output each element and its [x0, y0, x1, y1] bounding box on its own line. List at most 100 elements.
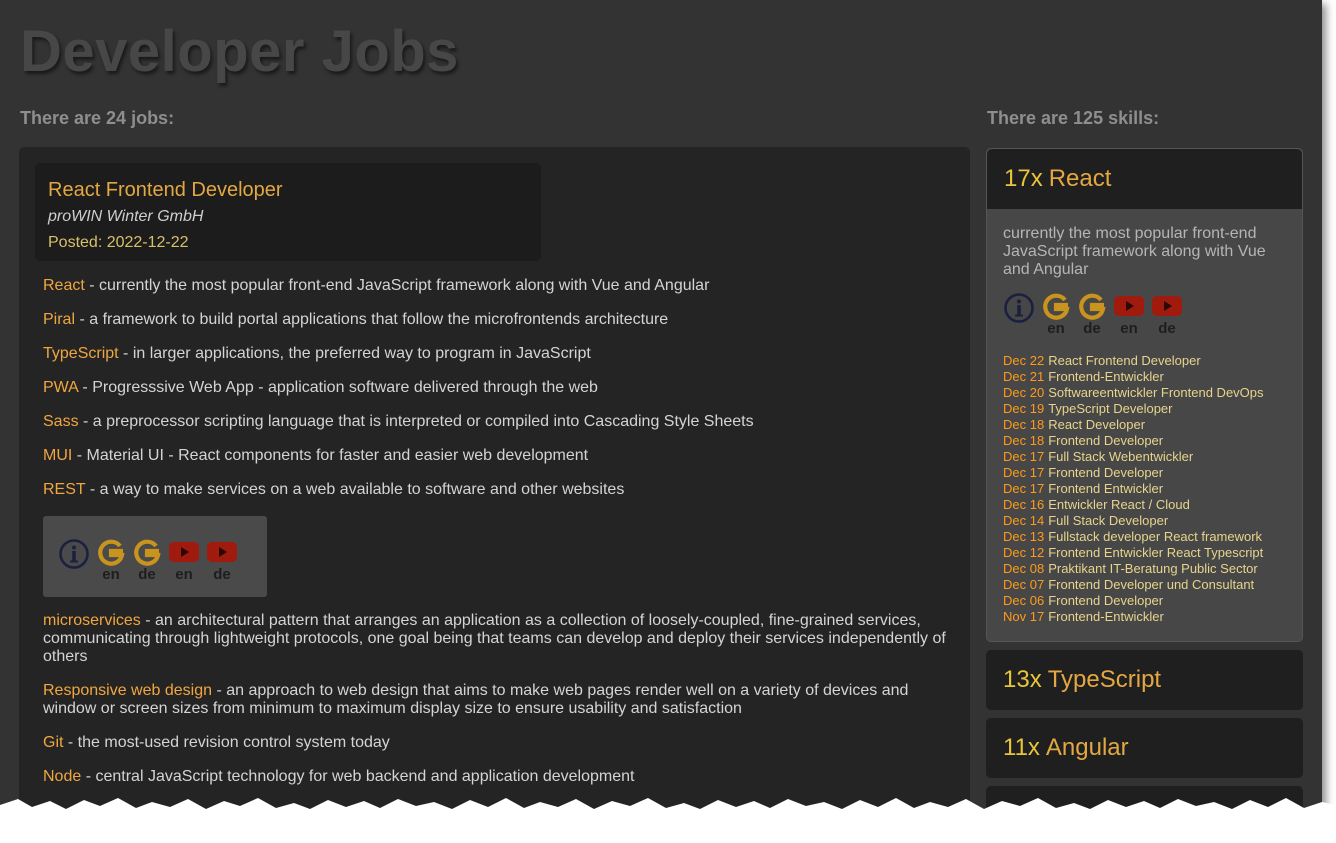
info-link[interactable] [1003, 292, 1035, 324]
skill-job-row[interactable]: Dec 18 Frontend Developer [1003, 433, 1264, 449]
job-link[interactable]: Entwickler React / Cloud [1048, 497, 1190, 512]
skill-job-row[interactable]: Nov 17 Frontend-Entwickler [1003, 609, 1264, 625]
skill-job-row[interactable]: Dec 17 Frontend Entwickler [1003, 481, 1264, 497]
job-skill-item: Sass - a preprocessor scripting language… [43, 413, 953, 431]
job-link[interactable]: Praktikant IT-Beratung Public Sector [1048, 561, 1258, 576]
info-link[interactable] [58, 538, 90, 570]
job-posted-date: Posted: 2022-12-22 [48, 234, 189, 251]
skill-card-typescript[interactable]: 13x TypeScript [986, 650, 1303, 710]
skill-link[interactable]: MUI [43, 447, 72, 464]
google-en-link[interactable]: en [1041, 292, 1071, 337]
skill-count: 13x [1003, 666, 1042, 693]
job-link[interactable]: Softwareentwickler Frontend DevOps [1048, 385, 1263, 400]
google-de-link[interactable]: de [1077, 292, 1107, 337]
skill-job-row[interactable]: Dec 20 Softwareentwickler Frontend DevOps [1003, 385, 1264, 401]
job-link[interactable]: React Developer [1048, 417, 1145, 432]
skill-job-row[interactable]: Dec 06 Frontend Developer [1003, 593, 1264, 609]
skill-description: - an architectural pattern that arranges… [43, 612, 946, 665]
job-skill-item: React - currently the most popular front… [43, 277, 953, 295]
job-link[interactable]: Frontend Developer [1048, 593, 1163, 608]
skill-link[interactable]: Node [43, 768, 81, 785]
page: Developer Jobs There are 24 jobs: There … [0, 0, 1322, 843]
skill-job-row[interactable]: Dec 07 Frontend Developer und Consultant [1003, 577, 1264, 593]
youtube-de-link[interactable]: de [1151, 292, 1183, 337]
lang-label: de [1158, 320, 1176, 337]
job-skill-item: Piral - a framework to build portal appl… [43, 311, 953, 329]
job-date: Dec 13 [1003, 529, 1045, 544]
skill-job-row[interactable]: Dec 14 Full Stack Developer [1003, 513, 1264, 529]
skill-card-angular[interactable]: 11x Angular [986, 718, 1303, 778]
skill-job-row[interactable]: Dec 16 Entwickler React / Cloud [1003, 497, 1264, 513]
job-date: Dec 12 [1003, 545, 1045, 560]
skill-link[interactable]: Git [43, 734, 63, 751]
reference-links-box: en de en de [43, 516, 267, 597]
skill-job-row[interactable]: Dec 19 TypeScript Developer [1003, 401, 1264, 417]
skill-link[interactable]: REST [43, 481, 85, 498]
job-skill-item: PWA - Progresssive Web App - application… [43, 379, 953, 397]
youtube-icon [169, 542, 199, 562]
google-de-link[interactable]: de [132, 538, 162, 583]
skill-job-row[interactable]: Dec 12 Frontend Entwickler React Typescri… [1003, 545, 1264, 561]
job-skill-item: REST - a way to make services on a web a… [43, 481, 953, 499]
lang-label: de [213, 566, 231, 583]
job-link[interactable]: Frontend Developer [1048, 433, 1163, 448]
lang-label: de [1083, 320, 1101, 337]
skill-link[interactable]: Responsive web design [43, 682, 212, 699]
job-link[interactable]: React Frontend Developer [1048, 353, 1200, 368]
skill-link[interactable]: React [43, 277, 85, 294]
skill-job-row[interactable]: Dec 18 React Developer [1003, 417, 1264, 433]
job-date: Dec 18 [1003, 417, 1045, 432]
job-link[interactable]: Frontend-Entwickler [1048, 369, 1164, 384]
job-date: Dec 22 [1003, 353, 1045, 368]
page-title: Developer Jobs [20, 19, 459, 84]
job-date: Dec 20 [1003, 385, 1045, 400]
youtube-en-link[interactable]: en [168, 538, 200, 583]
job-link[interactable]: Full Stack Webentwickler [1048, 449, 1193, 464]
job-card[interactable]: React Frontend Developer proWIN Winter G… [35, 163, 541, 261]
skill-description: - Material UI - React components for fas… [72, 447, 589, 464]
job-link[interactable]: Frontend Developer [1048, 465, 1163, 480]
skill-name: React [1048, 165, 1112, 192]
info-icon [1004, 293, 1034, 323]
job-title[interactable]: React Frontend Developer [48, 179, 283, 202]
skill-description: - in larger applications, the preferred … [118, 345, 591, 362]
lang-label: en [1120, 320, 1138, 337]
skill-job-row[interactable]: Dec 22 React Frontend Developer [1003, 353, 1264, 369]
job-date: Dec 08 [1003, 561, 1045, 576]
skill-card-header[interactable]: 17x React [987, 149, 1302, 209]
skill-job-row[interactable]: Dec 17 Frontend Developer [1003, 465, 1264, 481]
job-link[interactable]: Frontend Developer und Consultant [1048, 577, 1254, 592]
skill-job-row[interactable]: Dec 17 Full Stack Webentwickler [1003, 449, 1264, 465]
skill-link[interactable]: Piral [43, 311, 75, 328]
job-link[interactable]: Frontend Entwickler React Typescript [1048, 545, 1263, 560]
youtube-icon [1114, 296, 1144, 316]
google-icon [1043, 293, 1070, 320]
job-skill-item: Node - central JavaScript technology for… [43, 768, 953, 786]
skill-description: - a preprocessor scripting language that… [78, 413, 754, 430]
skill-job-row[interactable]: Dec 21 Frontend-Entwickler [1003, 369, 1264, 385]
job-link[interactable]: TypeScript Developer [1048, 401, 1172, 416]
skill-link[interactable]: Sass [43, 413, 79, 430]
skills-count: There are 125 skills: [987, 108, 1160, 128]
job-date: Dec 21 [1003, 369, 1045, 384]
skill-job-row[interactable]: Dec 13 Fullstack developer React framewor… [1003, 529, 1264, 545]
skill-description: - a framework to build portal applicatio… [75, 311, 669, 328]
skill-job-row[interactable]: Dec 08 Praktikant IT-Beratung Public Sect… [1003, 561, 1264, 577]
info-icon [59, 539, 89, 569]
skill-card-header[interactable]: 13x TypeScript [986, 650, 1303, 710]
google-en-link[interactable]: en [96, 538, 126, 583]
skill-link[interactable]: microservices [43, 612, 141, 629]
skill-card-header[interactable]: 11x Angular [986, 718, 1303, 778]
skill-name: Angular [1045, 734, 1129, 761]
skill-link[interactable]: TypeScript [43, 345, 119, 362]
youtube-de-link[interactable]: de [206, 538, 238, 583]
job-link[interactable]: Frontend-Entwickler [1048, 609, 1164, 624]
job-link[interactable]: Frontend Entwickler [1048, 481, 1163, 496]
lang-label: en [1047, 320, 1065, 337]
job-link[interactable]: Fullstack developer React framework [1048, 529, 1262, 544]
job-link[interactable]: Full Stack Developer [1048, 513, 1168, 528]
job-date: Dec 06 [1003, 593, 1045, 608]
skill-link[interactable]: PWA [43, 379, 78, 396]
youtube-en-link[interactable]: en [1113, 292, 1145, 337]
job-date: Dec 07 [1003, 577, 1045, 592]
